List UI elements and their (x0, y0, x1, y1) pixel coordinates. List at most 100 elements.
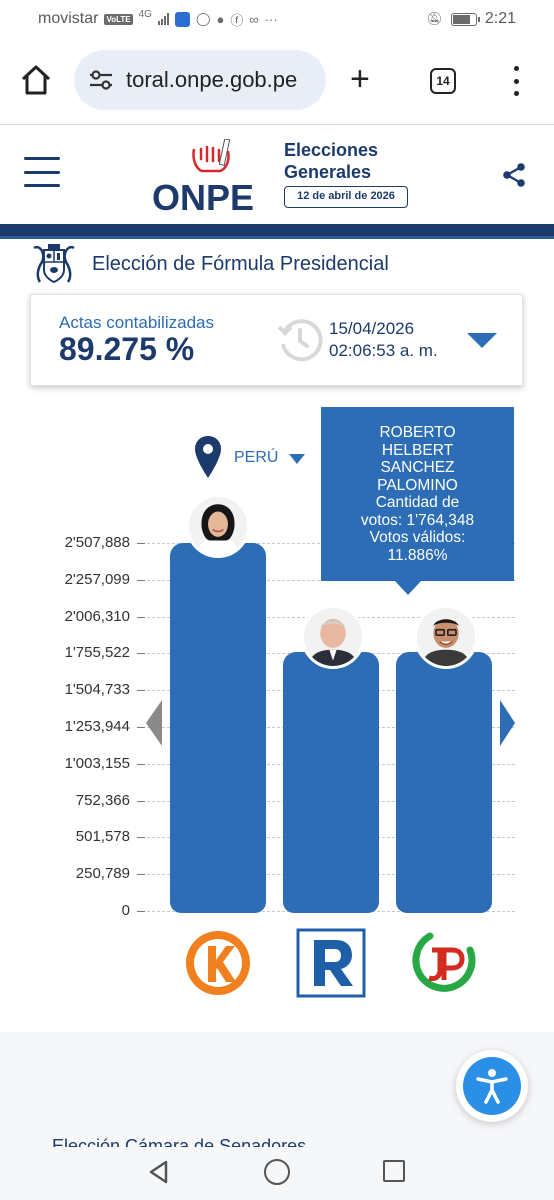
status-right: 🔕︎ 2:21 (426, 10, 516, 28)
elecciones-line2: Generales (284, 162, 372, 182)
tooltip-line-8: 11.886% (387, 546, 448, 564)
vote-bar-r[interactable] (283, 652, 379, 913)
hamburger-menu-icon[interactable] (24, 157, 60, 187)
status-bar: movistar VoLTE 4G ◯ ● ⓕ ∞ ··· 🔕︎ 2:21 (0, 0, 554, 38)
message-icon: ● (216, 11, 225, 27)
site-header: ONPE Elecciones Generales 12 de abril de… (0, 125, 554, 225)
y-tick-label: 752,366 (75, 791, 130, 809)
axis-tick (137, 616, 145, 618)
update-time: 02:06:53 a. m. (329, 341, 438, 360)
signal-icon (157, 13, 169, 25)
peru-coat-of-arms-icon (33, 244, 75, 284)
carrier-name: movistar (38, 10, 99, 27)
region-selector[interactable]: PERÚ (234, 449, 278, 467)
tooltip-line-2: HELBERT (381, 441, 454, 459)
y-tick-label: 2'257,099 (64, 570, 130, 588)
history-clock-icon (277, 319, 323, 362)
axis-tick (137, 727, 145, 728)
system-nav-bar (0, 1147, 554, 1200)
tooltip-line-1: ROBERTO (379, 424, 456, 441)
recent-apps-icon[interactable] (383, 1160, 405, 1182)
section-title: Elección de Fórmula Presidencial (92, 253, 389, 275)
candidate-photo-3 (417, 608, 475, 666)
y-tick-label: 2'006,310 (64, 607, 130, 625)
axis-tick (137, 690, 145, 692)
accessibility-figure-icon (476, 1069, 508, 1104)
axis-tick (137, 800, 145, 802)
accessibility-icon (463, 1057, 521, 1115)
network-type: 4G (138, 8, 152, 20)
site-settings-icon[interactable] (88, 67, 114, 93)
share-icon[interactable] (500, 161, 528, 189)
address-bar[interactable]: toral.onpe.gob.pe (74, 50, 326, 110)
y-tick-label: 2'507,888 (64, 534, 130, 551)
new-tab-button[interactable]: + (350, 62, 370, 96)
candidate-photo-1 (189, 497, 247, 555)
tab-switcher-button[interactable]: 14 (430, 68, 456, 94)
y-tick-label: 1'003,155 (64, 754, 130, 772)
vote-bar-k[interactable] (170, 543, 266, 913)
location-pin-icon[interactable] (193, 434, 223, 480)
candidate-avatar-3[interactable] (414, 605, 478, 669)
y-tick-label: 0 (121, 902, 130, 919)
voting-hand-icon (192, 139, 231, 173)
actas-label: Actas contabilizadas (59, 313, 214, 332)
clock-time: 2:21 (484, 10, 516, 27)
accessibility-button[interactable] (456, 1050, 528, 1122)
y-tick-label: 501,578 (75, 828, 130, 846)
candidate-avatar-1[interactable] (186, 494, 250, 558)
more-notifications-icon: ··· (264, 11, 278, 27)
renovacion-popular-logo[interactable] (296, 928, 366, 998)
elecciones-title: Elecciones Generales (284, 139, 378, 183)
chat-bubble-icon: ◯ (195, 11, 211, 26)
tooltip-line-4: PALOMINO (377, 476, 458, 494)
axis-tick (137, 763, 145, 765)
volte-badge: VoLTE (104, 13, 133, 25)
mute-bell-icon: 🔕︎ (426, 11, 443, 26)
tooltip-line-5: Cantidad de (375, 494, 460, 511)
election-date-badge: 12 de abril de 2026 (284, 186, 408, 208)
url-text: toral.onpe.gob.pe (126, 67, 298, 92)
region-caret-icon[interactable] (289, 454, 305, 464)
tooltip-line-3: SANCHEZ (380, 459, 455, 476)
juntos-por-el-peru-logo[interactable] (410, 928, 480, 998)
y-tick-label: 250,789 (75, 865, 130, 883)
chart-prev-arrow-icon[interactable] (146, 700, 162, 746)
shield-app-icon (174, 11, 190, 27)
status-left: movistar VoLTE 4G ◯ ● ⓕ ∞ ··· (38, 8, 278, 29)
actas-value: 89.275 % (59, 331, 195, 367)
axis-tick (137, 837, 145, 839)
y-tick-label: 1'504,733 (64, 681, 130, 699)
chevron-down-icon[interactable] (467, 333, 497, 348)
candidate-photo-2 (304, 608, 362, 666)
battery-icon (450, 12, 480, 26)
axis-tick (137, 543, 145, 544)
facebook-icon: ⓕ (230, 12, 244, 28)
header-band (0, 224, 554, 239)
fuerza-popular-logo[interactable] (183, 928, 253, 998)
axis-tick (137, 874, 145, 876)
browser-menu-button[interactable] (505, 66, 527, 96)
candidate-avatar-2[interactable] (301, 605, 365, 669)
candidate-tooltip: ROBERTO HELBERT SANCHEZ PALOMINO Cantida… (321, 407, 514, 595)
tooltip-line-6: votos: 1'764,348 (360, 511, 475, 529)
logo-text: ONPE (152, 177, 255, 218)
next-section-link[interactable]: Elección Cámara de Senadores (52, 1136, 306, 1147)
home-nav-icon[interactable] (264, 1159, 290, 1185)
y-tick-label: 1'755,522 (64, 644, 130, 662)
chart-next-arrow-icon[interactable] (500, 700, 515, 746)
axis-tick (137, 579, 145, 581)
home-icon[interactable] (18, 62, 54, 98)
axis-tick (137, 653, 145, 655)
axis-tick (137, 911, 145, 912)
elecciones-line1: Elecciones (284, 140, 379, 160)
update-date: 15/04/2026 (329, 319, 415, 338)
back-icon[interactable] (146, 1159, 172, 1185)
vote-bar-jp[interactable] (396, 652, 492, 913)
browser-toolbar: toral.onpe.gob.pe + 14 (0, 44, 554, 118)
actas-card: Actas contabilizadas 89.275 % 15/04/2026… (30, 294, 523, 386)
y-tick-label: 1'253,944 (64, 718, 130, 735)
tooltip-line-7: Votos válidos: (369, 529, 466, 546)
voicemail-icon: ∞ (249, 11, 259, 27)
onpe-logo[interactable]: ONPE (152, 135, 272, 218)
